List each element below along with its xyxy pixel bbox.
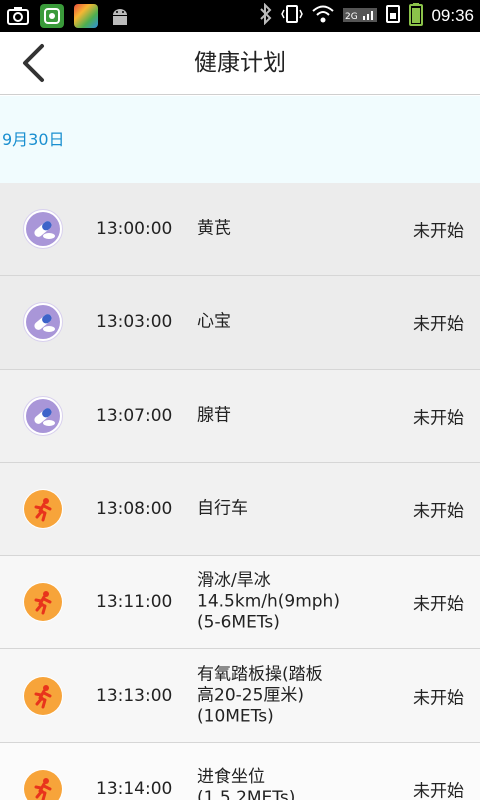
clock: 09:36 (431, 6, 474, 25)
notification-icons (6, 4, 132, 28)
android-icon (108, 4, 132, 28)
pill-icon (23, 209, 63, 250)
vibrate-icon (281, 3, 304, 29)
page-title: 健康计划 (194, 50, 286, 76)
running-icon (23, 489, 63, 530)
item-status: 未开始 (413, 688, 464, 709)
wifi-icon (311, 4, 335, 28)
status-bar: 2G 09:36 (0, 0, 480, 32)
running-icon (23, 675, 63, 716)
list-item[interactable]: 13:07:00 腺苷 未开始 (0, 369, 480, 463)
item-name: 滑冰/旱冰14.5km/h(9mph)(5-6METs) (197, 570, 340, 633)
item-name: 黄芪 (197, 218, 231, 239)
sim-icon (385, 3, 401, 29)
list-item[interactable]: 13:14:00 进食坐位(1.5.2METs) 未开始 (0, 742, 480, 800)
bluetooth-icon (259, 2, 273, 29)
list-item[interactable]: 13:03:00 心宝 未开始 (0, 276, 480, 370)
chevron-left-icon (23, 44, 44, 82)
list-item[interactable]: 13:11:00 滑冰/旱冰14.5km/h(9mph)(5-6METs) 未开… (0, 556, 480, 650)
pill-icon (23, 302, 63, 343)
item-status: 未开始 (413, 314, 464, 335)
item-time: 13:13:00 (96, 685, 173, 706)
date-label: 9月30日 (2, 130, 65, 149)
date-section: 9月30日 (0, 96, 480, 183)
item-status: 未开始 (413, 408, 464, 429)
item-status: 未开始 (413, 781, 464, 800)
item-time: 13:08:00 (96, 499, 173, 520)
signal-icon: 2G (343, 4, 378, 28)
item-name: 自行车 (197, 498, 248, 519)
screenshot-icon (6, 4, 30, 28)
item-name: 有氧踏板操(踏板高20-25厘米)(10METs) (197, 664, 323, 727)
plan-list: 13:00:00 黄芪 未开始 13:03:00 心宝 未开始 13:07:00… (0, 183, 480, 800)
system-indicators: 2G 09:36 (259, 0, 474, 32)
app-header: 健康计划 (0, 32, 480, 95)
list-item[interactable]: 13:13:00 有氧踏板操(踏板高20-25厘米)(10METs) 未开始 (0, 649, 480, 743)
running-icon (23, 582, 63, 623)
item-time: 13:00:00 (96, 219, 173, 240)
back-button[interactable] (10, 40, 56, 86)
item-time: 13:07:00 (96, 405, 173, 426)
item-status: 未开始 (413, 221, 464, 242)
item-name: 心宝 (197, 311, 231, 332)
pill-icon (23, 395, 63, 436)
item-name: 腺苷 (197, 405, 231, 426)
item-time: 13:14:00 (96, 778, 173, 799)
item-time: 13:11:00 (96, 592, 173, 613)
list-item[interactable]: 13:08:00 自行车 未开始 (0, 462, 480, 557)
game-center-icon (74, 4, 98, 28)
item-status: 未开始 (413, 594, 464, 615)
running-icon (23, 768, 63, 800)
list-item[interactable]: 13:00:00 黄芪 未开始 (0, 183, 480, 277)
app-store-icon (40, 4, 64, 28)
svg-text:2G: 2G (345, 12, 358, 22)
battery-icon (409, 2, 424, 30)
item-time: 13:03:00 (96, 312, 173, 333)
item-status: 未开始 (413, 501, 464, 522)
item-name: 进食坐位(1.5.2METs) (197, 766, 296, 800)
